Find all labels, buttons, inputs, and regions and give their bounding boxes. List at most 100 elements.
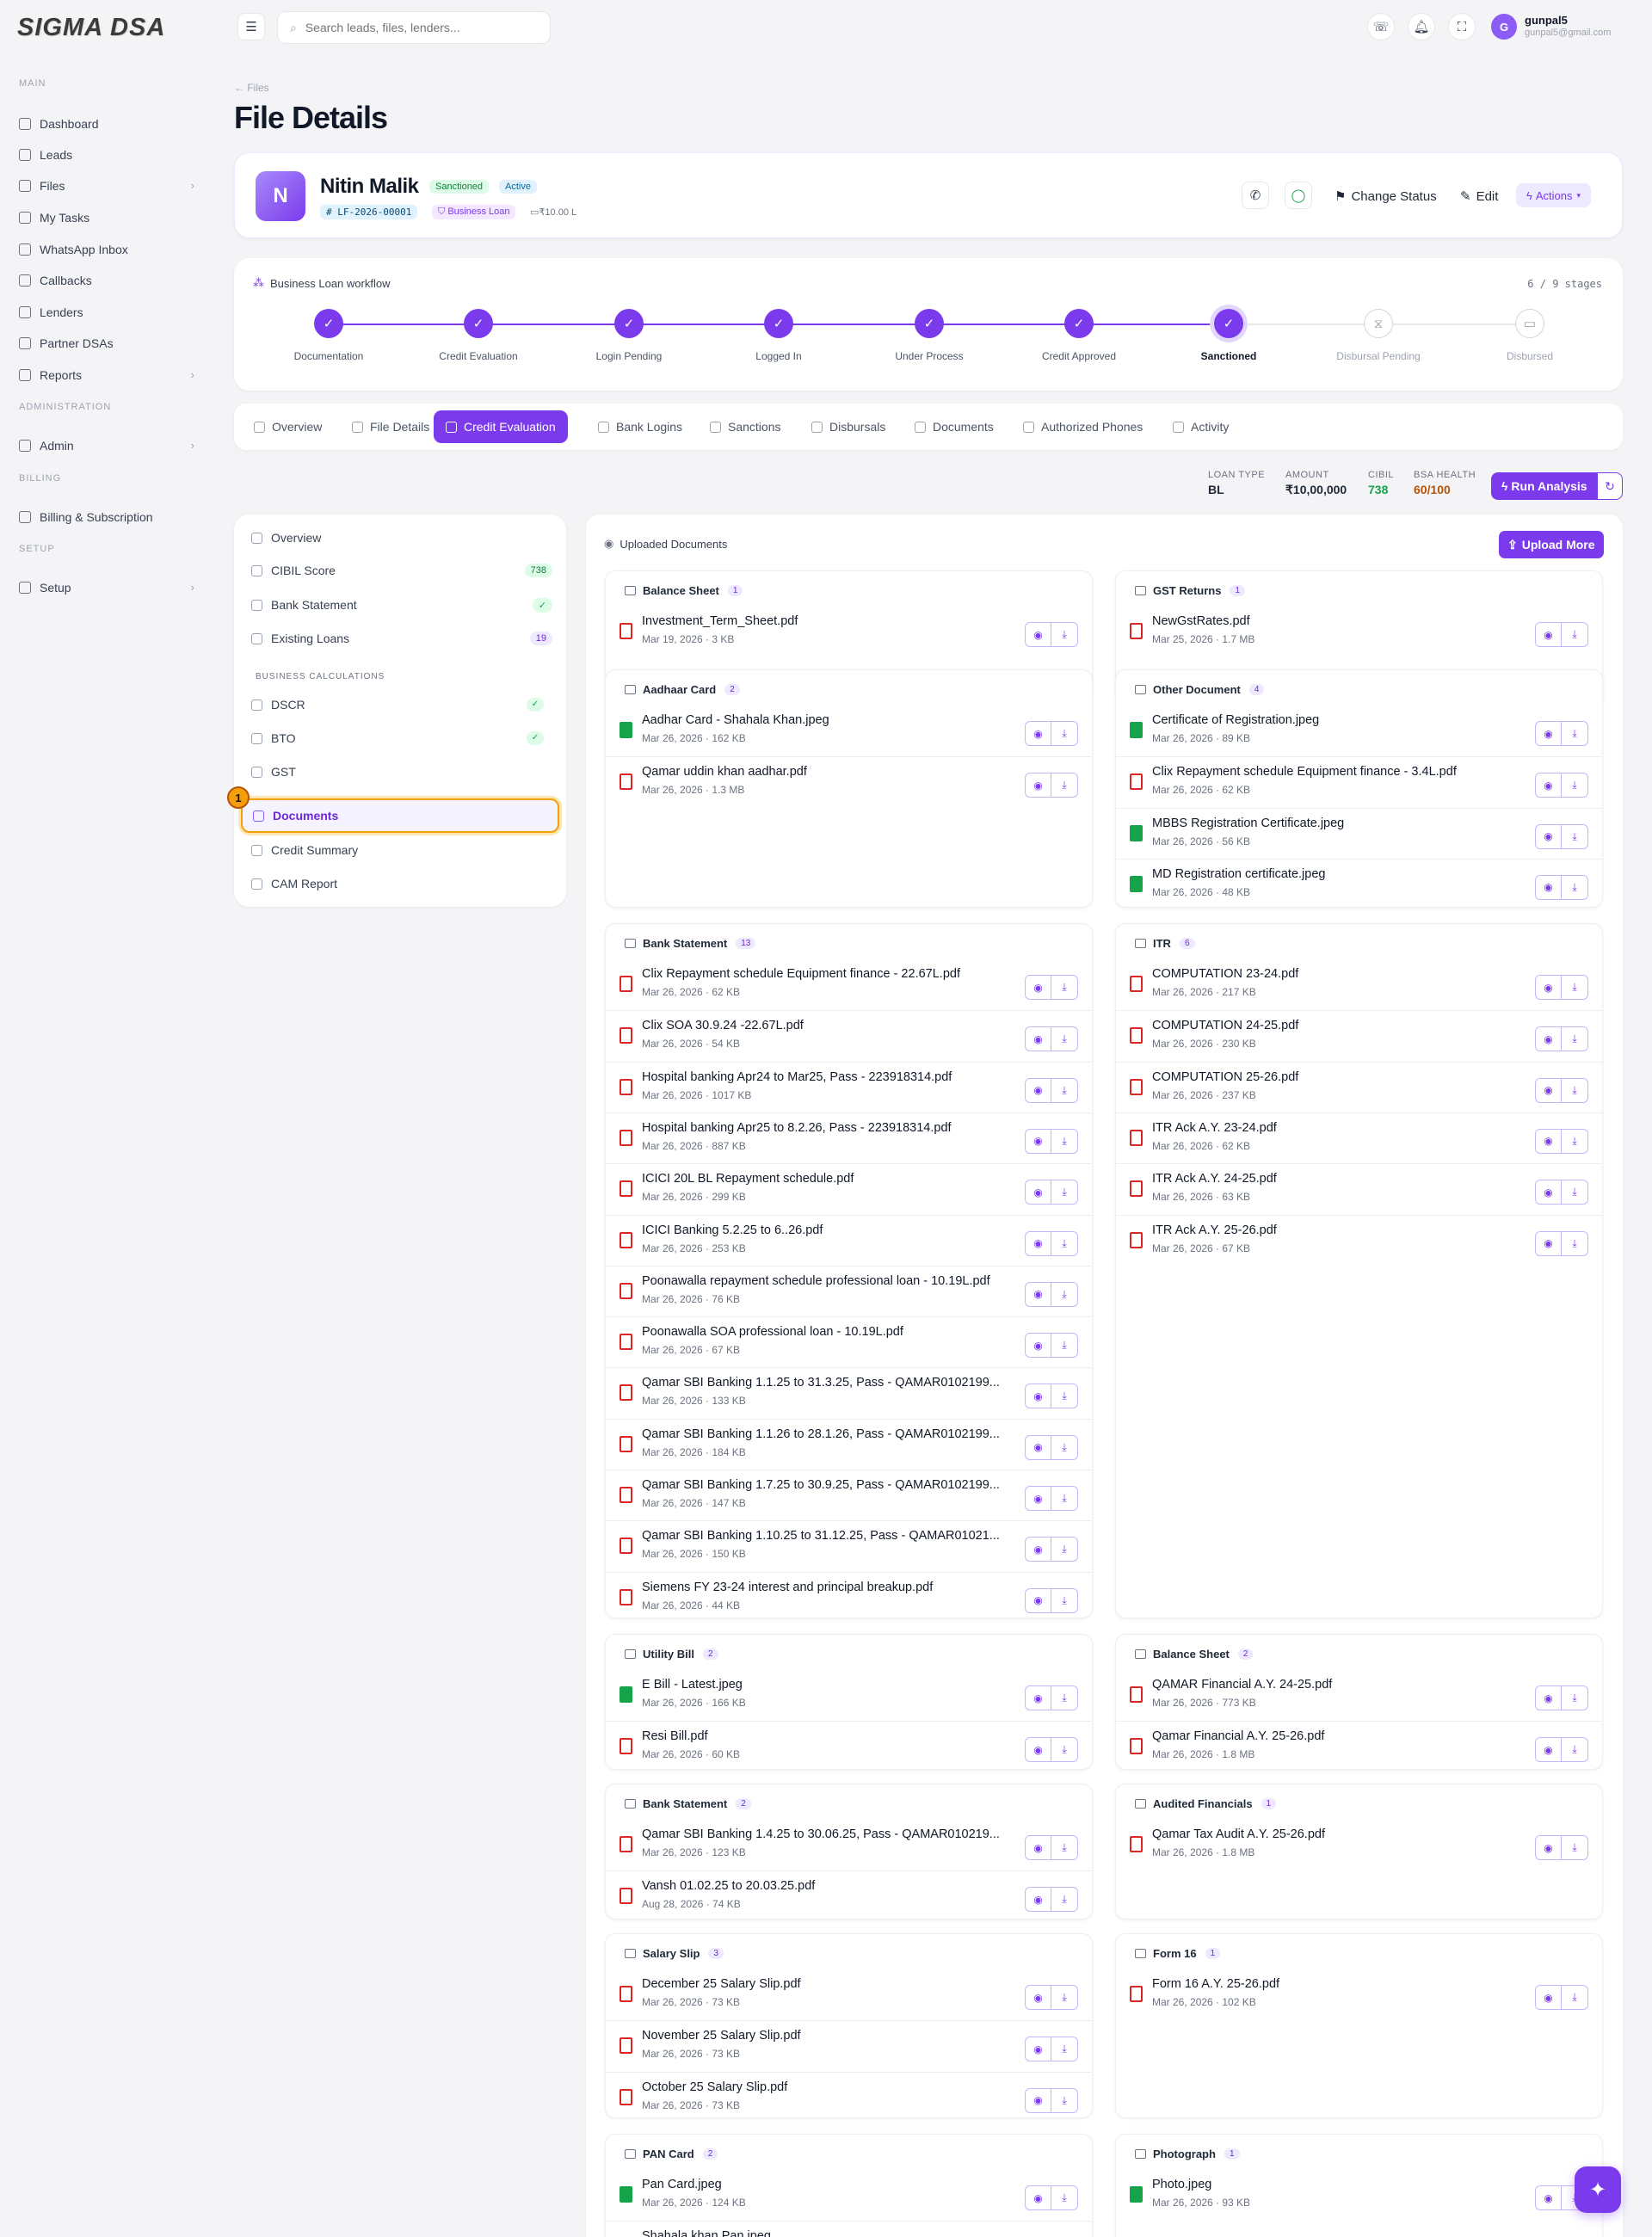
view-icon[interactable]: ◉ xyxy=(1025,1434,1051,1460)
document-name[interactable]: NewGstRates.pdf xyxy=(1152,614,1526,628)
view-icon[interactable]: ◉ xyxy=(1025,1835,1051,1860)
document-row[interactable]: MBBS Registration Certificate.jpeg Mar 26… xyxy=(1116,807,1602,859)
view-icon[interactable]: ◉ xyxy=(1025,1537,1051,1562)
whatsapp-icon[interactable]: ☏ xyxy=(1367,13,1395,40)
document-name[interactable]: October 25 Salary Slip.pdf xyxy=(642,2080,1016,2094)
view-icon[interactable]: ◉ xyxy=(1535,1077,1562,1103)
document-name[interactable]: E Bill - Latest.jpeg xyxy=(642,1678,1016,1692)
view-icon[interactable]: ◉ xyxy=(1025,1281,1051,1307)
document-row[interactable]: October 25 Salary Slip.pdf Mar 26, 2026 ·… xyxy=(606,2071,1092,2123)
upload-more-button[interactable]: ⇪ Upload More xyxy=(1499,531,1604,558)
download-icon[interactable]: ⤓ xyxy=(1051,2087,1078,2113)
document-name[interactable]: Investment_Term_Sheet.pdf xyxy=(642,614,1016,628)
download-icon[interactable]: ⤓ xyxy=(1051,1486,1078,1511)
download-icon[interactable]: ⤓ xyxy=(1562,874,1588,900)
document-name[interactable]: Aadhar Card - Shahala Khan.jpeg xyxy=(642,713,1016,727)
document-name[interactable]: Poonawalla repayment schedule profession… xyxy=(642,1274,1016,1288)
document-row[interactable]: E Bill - Latest.jpeg Mar 26, 2026 · 166 K… xyxy=(606,1670,1092,1721)
document-row[interactable]: Resi Bill.pdf Mar 26, 2026 · 60 KB ◉ ⤓ xyxy=(606,1721,1092,1772)
download-icon[interactable]: ⤓ xyxy=(1562,1737,1588,1763)
breadcrumb[interactable]: ← Files xyxy=(234,82,269,94)
view-icon[interactable]: ◉ xyxy=(1535,874,1562,900)
view-icon[interactable]: ◉ xyxy=(1025,1383,1051,1409)
assistant-fab[interactable]: ✦ xyxy=(1575,2166,1621,2213)
document-name[interactable]: Qamar SBI Banking 1.1.26 to 28.1.26, Pas… xyxy=(642,1427,1016,1441)
actions-button[interactable]: ϟ Actions ▾ xyxy=(1516,183,1592,207)
view-icon[interactable]: ◉ xyxy=(1535,823,1562,849)
download-icon[interactable]: ⤓ xyxy=(1562,1077,1588,1103)
sidebar-item-leads[interactable]: Leads xyxy=(19,144,194,166)
download-icon[interactable]: ⤓ xyxy=(1562,1128,1588,1154)
document-row[interactable]: Form 16 A.Y. 25-26.pdf Mar 26, 2026 · 102… xyxy=(1116,1969,1602,2020)
refresh-icon[interactable]: ↻ xyxy=(1597,472,1623,500)
document-name[interactable]: Qamar SBI Banking 1.4.25 to 30.06.25, Pa… xyxy=(642,1827,1016,1841)
document-row[interactable]: ITR Ack A.Y. 25-26.pdf Mar 26, 2026 · 67 … xyxy=(1116,1214,1602,1266)
document-name[interactable]: Photo.jpeg xyxy=(1152,2178,1526,2191)
sidebar-item-lenders[interactable]: Lenders xyxy=(19,301,194,324)
view-icon[interactable]: ◉ xyxy=(1025,1486,1051,1511)
view-icon[interactable]: ◉ xyxy=(1025,1985,1051,2010)
document-name[interactable]: December 25 Salary Slip.pdf xyxy=(642,1977,1016,1991)
sidebar-item-setup[interactable]: Setup › xyxy=(19,576,194,599)
tab-overview[interactable]: Overview xyxy=(254,410,322,443)
document-row[interactable]: Qamar Tax Audit A.Y. 25-26.pdf Mar 26, 20… xyxy=(1116,1820,1602,1870)
subnav-credit-summary[interactable]: Credit Summary xyxy=(251,839,552,861)
subnav-cibil-score[interactable]: CIBIL Score 738 xyxy=(251,559,552,582)
download-icon[interactable]: ⤓ xyxy=(1051,1737,1078,1763)
sidebar-item-my-tasks[interactable]: My Tasks xyxy=(19,206,194,229)
document-name[interactable]: Qamar SBI Banking 1.1.25 to 31.3.25, Pas… xyxy=(642,1376,1016,1390)
view-icon[interactable]: ◉ xyxy=(1535,1026,1562,1052)
document-name[interactable]: ITR Ack A.Y. 23-24.pdf xyxy=(1152,1121,1526,1135)
breadcrumb-files[interactable]: Files xyxy=(247,82,268,94)
document-name[interactable]: COMPUTATION 23-24.pdf xyxy=(1152,967,1526,981)
download-icon[interactable]: ⤓ xyxy=(1562,1685,1588,1710)
download-icon[interactable]: ⤓ xyxy=(1051,1383,1078,1409)
document-row[interactable]: ICICI Banking 5.2.25 to 6..26.pdf Mar 26,… xyxy=(606,1214,1092,1266)
document-row[interactable]: Clix SOA 30.9.24 -22.67L.pdf Mar 26, 2026… xyxy=(606,1010,1092,1061)
subnav-bank-statement[interactable]: Bank Statement ✓ xyxy=(251,594,552,616)
document-row[interactable]: QAMAR Financial A.Y. 24-25.pdf Mar 26, 20… xyxy=(1116,1670,1602,1721)
download-icon[interactable]: ⤓ xyxy=(1051,1128,1078,1154)
download-icon[interactable]: ⤓ xyxy=(1562,622,1588,647)
view-icon[interactable]: ◉ xyxy=(1025,2037,1051,2062)
view-icon[interactable]: ◉ xyxy=(1025,1180,1051,1205)
document-name[interactable]: ITR Ack A.Y. 24-25.pdf xyxy=(1152,1172,1526,1186)
view-icon[interactable]: ◉ xyxy=(1025,1587,1051,1613)
download-icon[interactable]: ⤓ xyxy=(1051,1434,1078,1460)
document-row[interactable]: Poonawalla repayment schedule profession… xyxy=(606,1265,1092,1316)
document-name[interactable]: Pan Card.jpeg xyxy=(642,2178,1016,2191)
tab-file-details[interactable]: File Details xyxy=(352,410,429,443)
sidebar-item-files[interactable]: Files › xyxy=(19,175,194,197)
view-icon[interactable]: ◉ xyxy=(1535,1985,1562,2010)
document-name[interactable]: Qamar Tax Audit A.Y. 25-26.pdf xyxy=(1152,1827,1526,1841)
view-icon[interactable]: ◉ xyxy=(1025,1685,1051,1710)
document-row[interactable]: COMPUTATION 24-25.pdf Mar 26, 2026 · 230 … xyxy=(1116,1010,1602,1061)
document-row[interactable]: Qamar SBI Banking 1.1.25 to 31.3.25, Pas… xyxy=(606,1367,1092,1418)
document-name[interactable]: QAMAR Financial A.Y. 24-25.pdf xyxy=(1152,1678,1526,1692)
document-row[interactable]: Certificate of Registration.jpeg Mar 26, … xyxy=(1116,706,1602,756)
document-name[interactable]: Hospital banking Apr25 to 8.2.26, Pass -… xyxy=(642,1121,1016,1135)
tab-bank-logins[interactable]: Bank Logins xyxy=(598,410,682,443)
fullscreen-icon[interactable]: ⛶ xyxy=(1448,13,1476,40)
document-row[interactable]: Siemens FY 23-24 interest and principal … xyxy=(606,1571,1092,1623)
document-row[interactable]: Qamar SBI Banking 1.1.26 to 28.1.26, Pas… xyxy=(606,1418,1092,1470)
subnav-documents[interactable]: Documents xyxy=(241,798,559,833)
document-name[interactable]: Resi Bill.pdf xyxy=(642,1729,1016,1743)
download-icon[interactable]: ⤓ xyxy=(1051,1230,1078,1256)
document-row[interactable]: Qamar uddin khan aadhar.pdf Mar 26, 2026 … xyxy=(606,756,1092,807)
view-icon[interactable]: ◉ xyxy=(1025,1077,1051,1103)
document-row[interactable]: ITR Ack A.Y. 24-25.pdf Mar 26, 2026 · 63 … xyxy=(1116,1163,1602,1214)
sidebar-item-partner-dsas[interactable]: Partner DSAs xyxy=(19,332,194,354)
download-icon[interactable]: ⤓ xyxy=(1562,1230,1588,1256)
document-row[interactable]: November 25 Salary Slip.pdf Mar 26, 2026 … xyxy=(606,2020,1092,2071)
document-row[interactable]: Poonawalla SOA professional loan - 10.19… xyxy=(606,1316,1092,1367)
document-name[interactable]: Qamar Financial A.Y. 25-26.pdf xyxy=(1152,1729,1526,1743)
view-icon[interactable]: ◉ xyxy=(1025,1230,1051,1256)
document-row[interactable]: December 25 Salary Slip.pdf Mar 26, 2026 … xyxy=(606,1969,1092,2020)
tab-activity[interactable]: Activity xyxy=(1173,410,1229,443)
download-icon[interactable]: ⤓ xyxy=(1562,1026,1588,1052)
download-icon[interactable]: ⤓ xyxy=(1562,773,1588,798)
search-input[interactable] xyxy=(305,21,529,34)
document-name[interactable]: Siemens FY 23-24 interest and principal … xyxy=(642,1581,1016,1594)
call-icon[interactable]: ✆ xyxy=(1242,182,1269,209)
